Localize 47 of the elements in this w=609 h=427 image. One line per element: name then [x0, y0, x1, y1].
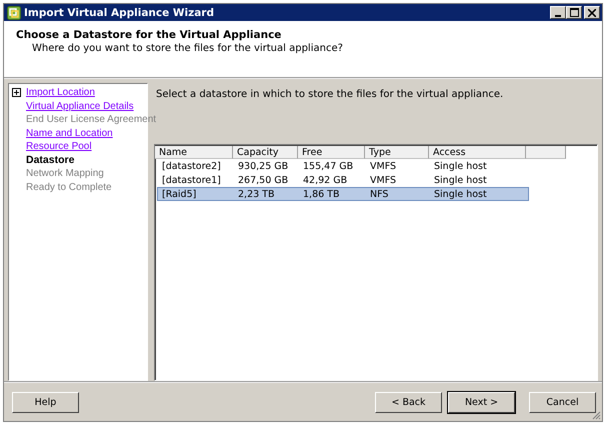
table-cell-text: 155,47 GB	[302, 160, 354, 172]
table-cell-text: Single host	[433, 160, 488, 172]
step-label: Datastore	[26, 154, 74, 166]
column-header[interactable]: Access	[429, 146, 526, 158]
close-icon	[588, 8, 596, 16]
step-label: Network Mapping	[26, 168, 104, 180]
page-title: Choose a Datastore for the Virtual Appliance	[16, 29, 282, 41]
instruction-text: Select a datastore in which to store the files for the virtual appliance.	[155, 89, 504, 102]
table-cell-text: [datastore1]	[161, 174, 222, 186]
step-link[interactable]: Resource Pool	[26, 141, 92, 152]
table-cell-text: [datastore2]	[161, 160, 222, 172]
table-cell-text: Single host	[433, 188, 488, 200]
table-cell-text: 2,23 TB	[237, 188, 276, 200]
step-link[interactable]: Virtual Appliance Details	[26, 100, 134, 112]
close-button[interactable]	[584, 6, 600, 19]
cancel-button[interactable]: Cancel	[529, 392, 596, 412]
table-cell-text: 930,25 GB	[237, 160, 290, 172]
table-row[interactable]: [Raid5] 2,23 TB 1,86 TB NFS Single host	[157, 187, 529, 201]
next-button[interactable]: Next >	[448, 392, 515, 412]
step-label: End User License Agreement	[26, 114, 156, 126]
expand-icon[interactable]	[12, 88, 21, 98]
step-label: Ready to Complete	[26, 182, 112, 193]
table-row[interactable]: [datastore2] 930,25 GB 155,47 GB VMFS Single host	[157, 159, 529, 173]
minimize-button[interactable]	[550, 6, 566, 19]
maximize-icon	[570, 8, 578, 17]
column-header[interactable]: Type	[365, 146, 429, 158]
table-cell-text: 42,92 GB	[302, 174, 348, 186]
table-cell-text: Single host	[433, 174, 488, 186]
column-header[interactable]: Name	[155, 146, 233, 158]
help-button[interactable]: Help	[12, 392, 79, 412]
column-header	[526, 146, 566, 158]
table-cell-text: VMFS	[369, 160, 398, 172]
table-cell-text: [Raid5]	[161, 188, 198, 200]
back-button[interactable]: < Back	[375, 392, 442, 412]
table-cell-text: 267,50 GB	[237, 174, 290, 186]
table-cell-text: 1,86 TB	[302, 188, 340, 200]
step-link[interactable]: Name and Location	[26, 128, 113, 139]
step-link[interactable]: Import Location	[26, 87, 95, 98]
table-cell-text: VMFS	[369, 174, 398, 186]
page-subtitle: Where do you want to store the files for the virtual appliance?	[31, 43, 344, 54]
window-title: Import Virtual Appliance Wizard	[24, 6, 215, 18]
maximize-button[interactable]	[566, 6, 582, 19]
table-cell-text: NFS	[369, 188, 390, 200]
column-header[interactable]: Capacity	[233, 146, 298, 158]
table-row[interactable]: [datastore1] 267,50 GB 42,92 GB VMFS Single host	[157, 173, 529, 187]
column-header[interactable]: Free	[298, 146, 365, 158]
minimize-icon	[555, 14, 561, 16]
